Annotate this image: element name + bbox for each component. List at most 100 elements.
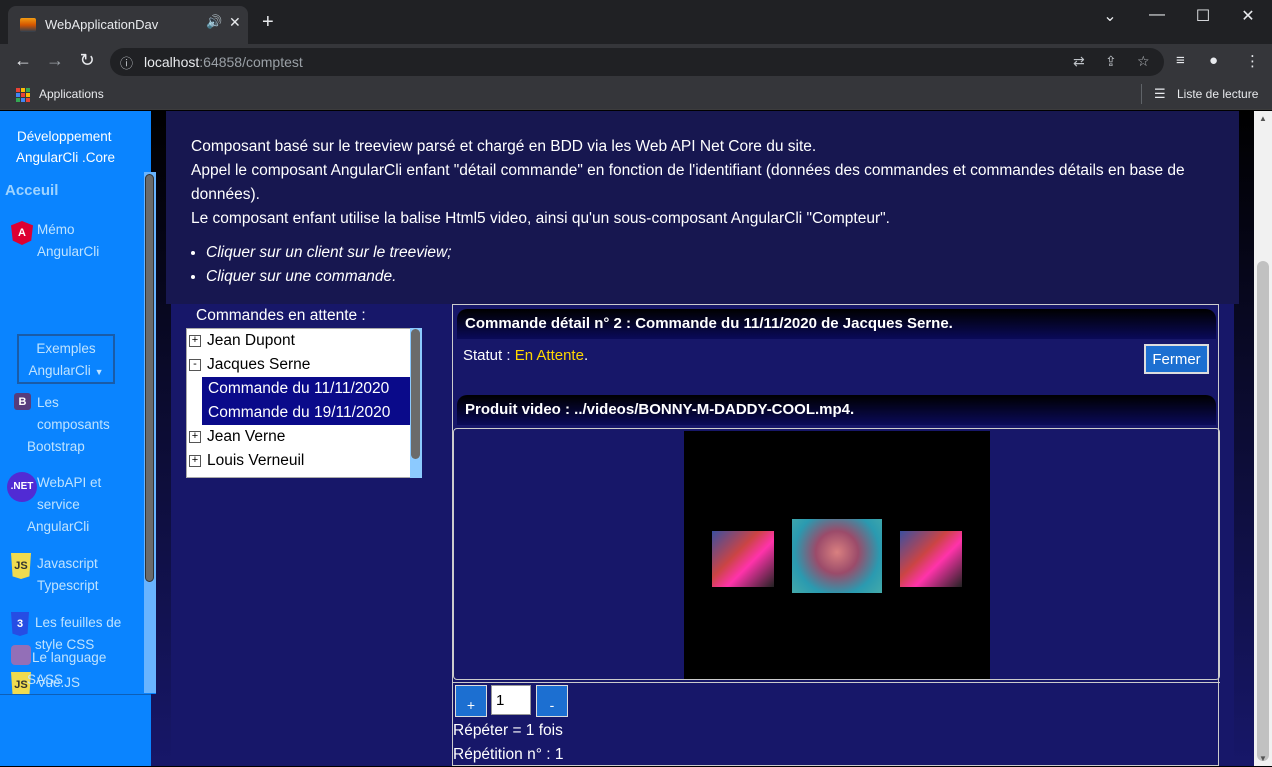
sass-icon bbox=[11, 645, 31, 665]
translate-icon[interactable]: ⇄ bbox=[1073, 53, 1085, 70]
url-path: :64858/comptest bbox=[199, 54, 303, 70]
sidebar-label: WebAPI et bbox=[37, 475, 102, 490]
expand-icon[interactable]: + bbox=[189, 431, 201, 443]
forward-icon[interactable]: → bbox=[43, 50, 67, 71]
media-control-icon[interactable]: ≡ bbox=[1176, 52, 1185, 69]
menu-icon[interactable]: ⋮ bbox=[1245, 52, 1260, 70]
brand-line-2: AngularCli .Core bbox=[16, 150, 116, 165]
tree-node-client[interactable]: + Jean Dupont bbox=[187, 329, 421, 353]
tree-scrollbar[interactable] bbox=[410, 328, 422, 478]
collapse-icon[interactable]: - bbox=[189, 359, 201, 371]
bookmark-star-icon[interactable]: ☆ bbox=[1137, 53, 1150, 70]
sidebar-label: Bootstrap bbox=[27, 439, 85, 454]
tree-scroll-thumb[interactable] bbox=[411, 329, 420, 459]
sidebar-label: Le language bbox=[32, 650, 107, 665]
bookmarks-divider bbox=[1141, 84, 1142, 104]
brand-line-1: Développement bbox=[17, 129, 112, 144]
javascript-icon: JS bbox=[11, 553, 31, 579]
repeat-text: Répéter = 1 fois bbox=[453, 722, 563, 739]
site-info-icon[interactable]: ⓘ bbox=[120, 53, 133, 72]
close-button[interactable]: Fermer bbox=[1144, 344, 1209, 374]
minimize-icon[interactable]: — bbox=[1134, 6, 1180, 24]
expand-icon[interactable]: + bbox=[189, 335, 201, 347]
apps-bookmark[interactable]: Applications bbox=[39, 87, 104, 101]
sidebar-label: composants bbox=[37, 417, 110, 432]
scroll-down-icon[interactable]: ▼ bbox=[1259, 754, 1267, 763]
maximize-icon[interactable]: ☐ bbox=[1180, 6, 1226, 26]
tree-label: Commandes en attente : bbox=[196, 307, 366, 324]
sidebar-label: Typescript bbox=[37, 578, 99, 593]
tree-node-client[interactable]: - Jacques Serne bbox=[187, 353, 421, 377]
close-tab-icon[interactable]: ✕ bbox=[229, 14, 241, 31]
browser-tab[interactable]: WebApplicationDav 🔊 ✕ bbox=[8, 6, 248, 44]
repeat-info: Répéter = 1 fois Répétition n° : 1 bbox=[453, 719, 563, 767]
count-input[interactable] bbox=[491, 685, 531, 715]
tab-title: WebApplicationDav bbox=[45, 17, 159, 32]
sidebar-menu: Acceuil A Mémo AngularCli Exemples Angul… bbox=[0, 173, 156, 698]
window-close-icon[interactable]: ✕ bbox=[1225, 6, 1271, 26]
sidebar-label: service bbox=[37, 497, 80, 512]
tree-node-order[interactable]: Commande du 11/11/2020 bbox=[202, 377, 410, 401]
back-icon[interactable]: ← bbox=[11, 50, 35, 71]
reload-icon[interactable]: ↻ bbox=[75, 50, 99, 71]
sidebar-item-home[interactable]: Acceuil bbox=[5, 182, 58, 199]
share-icon[interactable]: ⇪ bbox=[1105, 53, 1117, 70]
bookmarks-bar: Applications ☰ Liste de lecture bbox=[0, 80, 1272, 110]
scroll-up-icon[interactable]: ▲ bbox=[1259, 114, 1267, 123]
sidebar-scrollbar[interactable] bbox=[144, 172, 156, 693]
new-tab-icon[interactable]: + bbox=[262, 12, 274, 32]
order-detail-panel: Commande détail n° 2 : Commande du 11/11… bbox=[452, 304, 1220, 767]
detail-title: Commande détail n° 2 : Commande du 11/11… bbox=[457, 309, 1216, 339]
page-scroll-thumb[interactable] bbox=[1257, 261, 1269, 761]
sidebar-item-exemples-angular-active[interactable]: Exemples AngularCli ▼ bbox=[17, 334, 115, 384]
sidebar-brand[interactable]: Développement AngularCli .Core bbox=[0, 111, 151, 173]
site-favicon-icon bbox=[20, 18, 36, 32]
reading-list-button[interactable]: Liste de lecture bbox=[1177, 87, 1258, 101]
instruction-item: Cliquer sur une commande. bbox=[206, 265, 452, 289]
order-status: Statut : En Attente. bbox=[463, 347, 588, 364]
status-suffix: . bbox=[583, 347, 589, 364]
dotnet-icon: .NET bbox=[7, 472, 37, 502]
increment-button[interactable]: + bbox=[455, 685, 487, 717]
instruction-item: Cliquer sur un client sur le treeview; bbox=[206, 241, 452, 265]
counter-component: + - Répéter = 1 fois Répétition n° : 1 bbox=[453, 682, 1220, 767]
bootstrap-icon: B bbox=[14, 393, 31, 410]
intro-text: Composant basé sur le treeview parsé et … bbox=[191, 135, 1231, 231]
tab-search-icon[interactable]: ⌄ bbox=[1087, 6, 1133, 26]
address-bar[interactable]: ⓘ localhost:64858/comptest ⇄ ⇪ ☆ bbox=[110, 48, 1164, 76]
client-name[interactable]: Jean Verne bbox=[207, 428, 285, 445]
reading-list-icon[interactable]: ☰ bbox=[1154, 86, 1166, 102]
client-name[interactable]: Jacques Serne bbox=[207, 356, 310, 373]
video-frame-center-image bbox=[792, 519, 882, 593]
order-label[interactable]: Commande du 19/11/2020 bbox=[208, 404, 390, 421]
tree-node-client[interactable]: + Louis Verneuil bbox=[187, 449, 421, 473]
decrement-button[interactable]: - bbox=[536, 685, 568, 717]
client-name[interactable]: Jean Dupont bbox=[207, 332, 295, 349]
status-label: Statut : bbox=[463, 347, 515, 364]
angular-icon: A bbox=[11, 221, 33, 245]
sidebar-label: AngularCli bbox=[27, 519, 90, 534]
intro-paragraph: Appel le composant AngularCli enfant "dé… bbox=[191, 162, 1185, 203]
caret-down-icon: ▼ bbox=[94, 367, 104, 377]
profile-avatar-icon[interactable]: ● bbox=[1209, 52, 1218, 69]
speaker-icon[interactable]: 🔊 bbox=[206, 14, 222, 30]
video-frame-right-image bbox=[900, 531, 962, 587]
order-label[interactable]: Commande du 11/11/2020 bbox=[208, 380, 389, 397]
sidebar-label: Les feuilles de bbox=[35, 615, 122, 630]
page-scrollbar[interactable]: ▲ ▼ bbox=[1254, 111, 1272, 766]
client-name[interactable]: Louis Verneuil bbox=[207, 452, 304, 469]
tree-node-order[interactable]: Commande du 19/11/2020 bbox=[202, 401, 410, 425]
sidebar-label: Les bbox=[37, 395, 59, 410]
sidebar-label: SASS bbox=[27, 672, 64, 687]
css-icon: 3 bbox=[11, 612, 29, 636]
video-player[interactable] bbox=[684, 431, 990, 679]
url-host: localhost bbox=[144, 54, 200, 70]
sidebar-label: AngularCli bbox=[28, 363, 91, 378]
tree-node-client[interactable]: + Jean Verne bbox=[187, 425, 421, 449]
instructions-list: Cliquer sur un client sur le treeview; C… bbox=[206, 241, 452, 289]
apps-grid-icon[interactable] bbox=[16, 88, 30, 102]
intro-panel: Composant basé sur le treeview parsé et … bbox=[166, 111, 1239, 304]
expand-icon[interactable]: + bbox=[189, 455, 201, 467]
video-frame bbox=[453, 428, 1220, 680]
sidebar-scroll-thumb[interactable] bbox=[145, 174, 154, 582]
